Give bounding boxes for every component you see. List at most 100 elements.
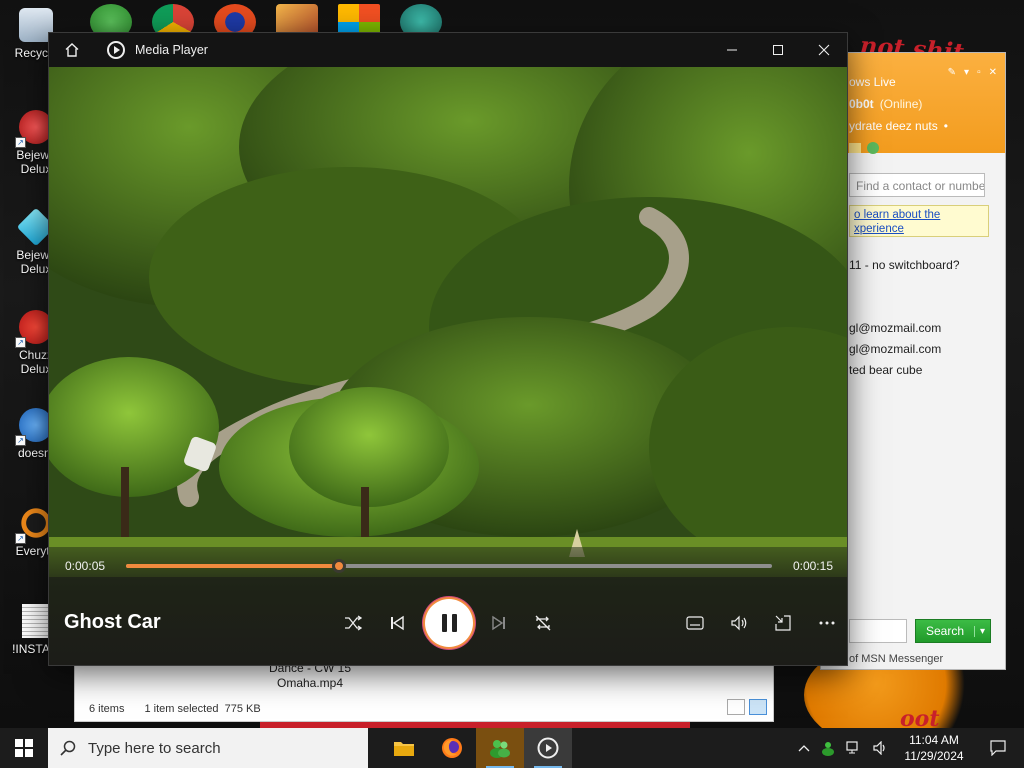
captions-button[interactable] bbox=[677, 605, 713, 641]
minimize-button[interactable] bbox=[709, 33, 755, 67]
msn-mail-icon[interactable] bbox=[849, 143, 861, 153]
seek-bar-thumb[interactable] bbox=[332, 559, 347, 573]
explorer-selection-text: 1 item selected bbox=[144, 703, 219, 715]
shortcut-arrow-icon: ↗ bbox=[15, 435, 26, 446]
msn-tray-icon[interactable] bbox=[820, 740, 836, 756]
msn-settings-icon[interactable]: ✎ bbox=[948, 67, 956, 78]
msn-footer: of MSN Messenger bbox=[849, 653, 944, 665]
taskbar-msn-messenger[interactable] bbox=[476, 728, 524, 768]
large-icons-view-icon[interactable] bbox=[749, 699, 767, 715]
repeat-off-icon bbox=[535, 615, 551, 631]
msn-title: ows Live bbox=[849, 75, 896, 89]
msn-web-search-input[interactable] bbox=[849, 619, 907, 643]
next-icon bbox=[492, 615, 505, 631]
msn-maximize-icon[interactable]: ▫ bbox=[977, 67, 981, 78]
video-frame[interactable] bbox=[49, 67, 847, 577]
taskbar-search-box[interactable]: Type here to search bbox=[48, 728, 368, 768]
next-button[interactable] bbox=[481, 605, 517, 641]
chevron-down-icon[interactable]: ▾ bbox=[974, 625, 990, 637]
msn-info-banner[interactable]: o learn about the xperience bbox=[849, 205, 989, 237]
msn-pm-dropdown-icon[interactable]: • bbox=[944, 119, 948, 133]
track-title: Ghost Car bbox=[64, 611, 161, 633]
msn-personal-message[interactable]: ydrate deez nuts bbox=[849, 119, 938, 133]
msn-banner-line: o learn about the bbox=[854, 209, 941, 221]
msn-contact-item[interactable]: ted bear cube bbox=[849, 363, 960, 384]
shortcut-arrow-icon: ↗ bbox=[15, 533, 26, 544]
windows-logo-icon bbox=[15, 739, 33, 757]
wallpaper-text-bottom: oot bbox=[900, 706, 940, 728]
taskbar-search-placeholder: Type here to search bbox=[88, 739, 221, 757]
pause-button[interactable] bbox=[425, 599, 473, 647]
msn-minimize-icon[interactable]: ▾ bbox=[964, 67, 969, 78]
shortcut-arrow-icon: ↗ bbox=[15, 337, 26, 348]
taskbar-file-explorer[interactable] bbox=[380, 728, 428, 768]
notifications-button[interactable] bbox=[980, 728, 1016, 768]
clock-date: 11/29/2024 bbox=[904, 749, 964, 763]
taskbar-apps bbox=[380, 728, 572, 768]
volume-icon bbox=[731, 615, 747, 631]
network-icon[interactable] bbox=[846, 741, 862, 755]
explorer-selection-info: 1 item selected 775 KB bbox=[144, 703, 260, 715]
folder-icon bbox=[394, 742, 414, 756]
maximize-icon bbox=[773, 45, 783, 55]
playback-controls: 0:00:05 0:00:15 Ghost Car bbox=[49, 547, 847, 665]
media-player-window: Media Player 0:00:05 0:00:15 Ghost Car bbox=[48, 32, 848, 666]
taskbar-media-player[interactable] bbox=[524, 728, 572, 768]
volume-icon[interactable] bbox=[872, 741, 888, 755]
msn-contact-item[interactable]: 11 - no switchboard? bbox=[849, 258, 960, 279]
clock-time: 11:04 AM bbox=[909, 733, 959, 747]
taskbar-firefox[interactable] bbox=[428, 728, 476, 768]
previous-icon bbox=[391, 615, 404, 631]
seek-bar[interactable] bbox=[126, 559, 772, 573]
msn-contact-spacer bbox=[849, 279, 960, 321]
mini-player-icon bbox=[775, 615, 791, 631]
clock[interactable]: 11:04 AM 11/29/2024 bbox=[898, 732, 970, 764]
home-button[interactable] bbox=[49, 33, 95, 67]
current-time: 0:00:05 bbox=[65, 559, 106, 573]
repeat-button[interactable] bbox=[525, 605, 561, 641]
volume-button[interactable] bbox=[721, 605, 757, 641]
more-options-icon bbox=[819, 621, 835, 625]
msn-contact-search-input[interactable]: Find a contact or numbe bbox=[849, 173, 985, 197]
media-player-app-icon bbox=[107, 41, 125, 59]
msn-contact-item[interactable]: gl@mozmail.com bbox=[849, 342, 960, 363]
explorer-status-bar: 6 items 1 item selected 775 KB bbox=[89, 703, 261, 715]
close-icon bbox=[818, 44, 830, 56]
start-button[interactable] bbox=[0, 728, 48, 768]
total-duration: 0:00:15 bbox=[792, 559, 833, 573]
pause-icon bbox=[441, 614, 457, 632]
media-player-icon bbox=[537, 737, 559, 759]
details-view-icon[interactable] bbox=[727, 699, 745, 715]
explorer-view-toggles bbox=[727, 699, 767, 715]
msn-contact-item[interactable]: gl@mozmail.com bbox=[849, 321, 960, 342]
close-button[interactable] bbox=[801, 33, 847, 67]
media-player-titlebar[interactable]: Media Player bbox=[49, 33, 847, 67]
msn-contact-list: 11 - no switchboard? gl@mozmail.com gl@m… bbox=[849, 258, 960, 384]
msn-header: ✎ ▾ ▫ ✕ ows Live 0b0t (Online) ydrate de… bbox=[821, 53, 1005, 154]
msn-xbox-icon[interactable] bbox=[867, 142, 879, 154]
msn-search-button[interactable]: Search ▾ bbox=[915, 619, 991, 643]
msn-close-icon[interactable]: ✕ bbox=[989, 67, 997, 78]
firefox-icon bbox=[442, 738, 462, 758]
maximize-button[interactable] bbox=[755, 33, 801, 67]
msn-status[interactable]: (Online) bbox=[880, 97, 923, 111]
explorer-selection-size: 775 KB bbox=[224, 703, 261, 715]
msn-banner-line: xperience bbox=[854, 223, 904, 235]
shuffle-button[interactable] bbox=[335, 605, 371, 641]
minimize-icon bbox=[727, 49, 737, 51]
chevron-up-icon[interactable] bbox=[798, 744, 810, 752]
mini-player-button[interactable] bbox=[765, 605, 801, 641]
system-tray: 11:04 AM 11/29/2024 bbox=[798, 728, 1024, 768]
home-icon bbox=[65, 43, 79, 57]
window-title: Media Player bbox=[135, 43, 208, 57]
document-icon bbox=[22, 604, 50, 638]
msn-search-button-label: Search bbox=[925, 624, 965, 638]
window-controls bbox=[709, 33, 847, 67]
more-options-button[interactable] bbox=[809, 605, 845, 641]
seek-bar-progress bbox=[126, 564, 340, 568]
explorer-item-count: 6 items bbox=[89, 703, 125, 715]
previous-button[interactable] bbox=[379, 605, 415, 641]
msn-username[interactable]: 0b0t bbox=[849, 97, 874, 111]
msn-people-icon bbox=[490, 740, 510, 758]
shuffle-icon bbox=[345, 615, 362, 631]
